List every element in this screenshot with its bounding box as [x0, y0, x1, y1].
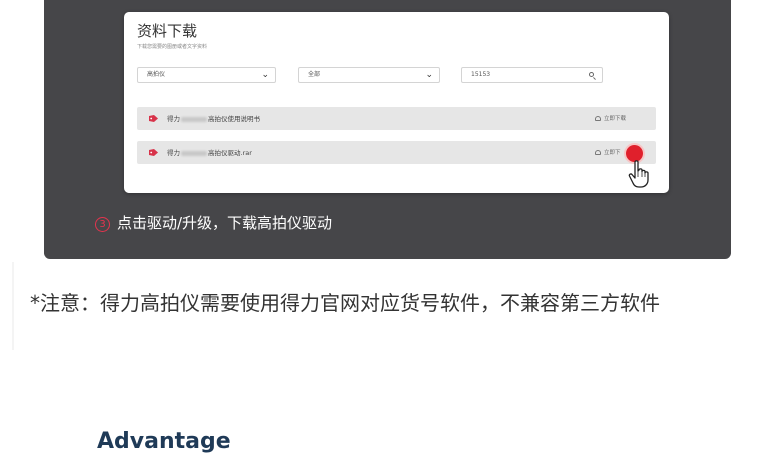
download-link[interactable]: 立即下载 — [595, 114, 626, 122]
pointer-hand-icon — [628, 160, 649, 188]
cloud-download-icon — [595, 116, 601, 121]
search-icon — [589, 72, 594, 77]
chevron-down-icon: ⌄ — [261, 70, 269, 80]
card-title: 资料下载 — [137, 22, 198, 40]
cloud-download-icon — [595, 150, 601, 155]
advantage-heading: Advantage — [97, 429, 231, 454]
file-name-prefix: 得力 — [167, 115, 180, 123]
file-name: 得力 高拍仪使用说明书 — [167, 113, 260, 123]
file-name: 得力 高拍仪驱动.rar — [167, 147, 252, 157]
tag-icon — [149, 149, 158, 156]
redacted-text — [181, 116, 207, 122]
card-subtitle: 下载您需要的图册或者文字资料 — [137, 44, 208, 50]
step-instruction: 3 点击驱动/升级，下载高拍仪驱动 — [95, 212, 332, 233]
step-number-badge: 3 — [95, 217, 110, 232]
file-name-prefix: 得力 — [167, 149, 180, 157]
type-select[interactable]: 全部 ⌄ — [298, 67, 440, 83]
file-row[interactable]: 得力 高拍仪驱动.rar 立即下 — [137, 141, 656, 164]
file-name-suffix: 高拍仪驱动.rar — [208, 149, 252, 157]
compatibility-note: *注意：得力高拍仪需要使用得力官网对应货号软件，不兼容第三方软件 — [30, 291, 660, 315]
category-select[interactable]: 高拍仪 ⌄ — [137, 67, 276, 83]
download-link[interactable]: 立即下 — [595, 148, 621, 156]
search-input-value: 15153 — [471, 71, 491, 78]
download-label: 立即下 — [604, 150, 621, 156]
type-select-value: 全部 — [308, 71, 321, 78]
chevron-down-icon: ⌄ — [425, 70, 433, 80]
step-text: 点击驱动/升级，下载高拍仪驱动 — [117, 214, 333, 232]
redacted-text — [181, 150, 207, 156]
file-row[interactable]: 得力 高拍仪使用说明书 立即下载 — [137, 107, 656, 130]
left-edge-line — [12, 262, 14, 350]
download-card: 资料下载 下载您需要的图册或者文字资料 高拍仪 ⌄ 全部 ⌄ 15153 得力高… — [124, 12, 669, 193]
category-select-value: 高拍仪 — [147, 71, 166, 78]
file-name-suffix: 高拍仪使用说明书 — [208, 115, 260, 123]
download-label: 立即下载 — [604, 116, 627, 122]
search-input[interactable]: 15153 — [461, 67, 603, 83]
tag-icon — [149, 115, 158, 122]
